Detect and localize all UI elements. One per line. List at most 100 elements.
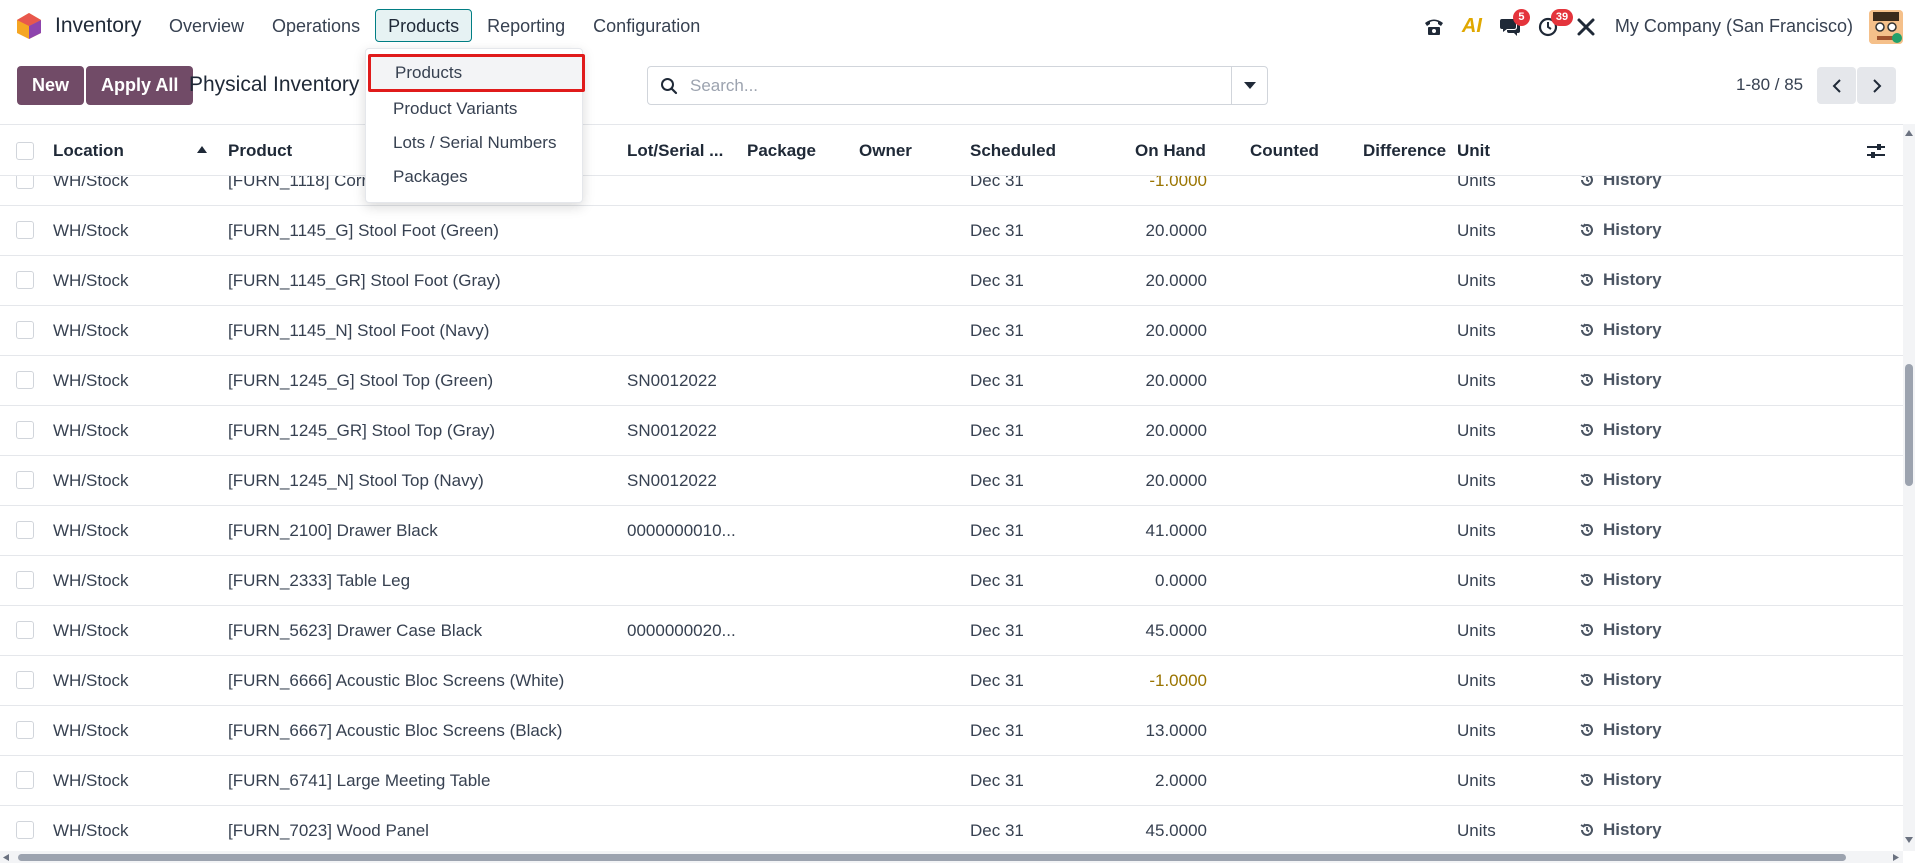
history-label: History [1603,370,1662,389]
history-button[interactable]: History [1579,720,1662,740]
table-row[interactable]: WH/Stock [FURN_1245_G] Stool Top (Green) S… [0,356,1903,406]
messages-icon[interactable]: 5 [1491,0,1530,53]
vertical-scroll-thumb[interactable] [1905,364,1913,486]
cell-scheduled: Dec 31 [970,721,1024,740]
row-checkbox[interactable] [16,721,34,739]
vertical-scrollbar[interactable] [1903,124,1915,851]
column-package[interactable]: Package [747,141,816,161]
table-row[interactable]: WH/Stock [FURN_1145_N] Stool Foot (Navy) D… [0,306,1903,356]
row-checkbox[interactable] [16,621,34,639]
cell-unit: Units [1457,771,1496,790]
menu-products[interactable]: Products [375,9,473,42]
apply-all-button[interactable]: Apply All [86,66,194,105]
table-row[interactable]: WH/Stock [FURN_1145_G] Stool Foot (Green)… [0,206,1903,256]
app-name[interactable]: Inventory [55,14,141,38]
history-button[interactable]: History [1579,620,1662,640]
table-row[interactable]: WH/Stock [FURN_6667] Acoustic Bloc Screen… [0,706,1903,756]
new-button[interactable]: New [17,66,85,105]
row-checkbox[interactable] [16,821,34,839]
history-button[interactable]: History [1579,820,1662,840]
user-avatar[interactable] [1869,9,1903,44]
row-checkbox[interactable] [16,221,34,239]
history-button[interactable]: History [1579,520,1662,540]
row-checkbox[interactable] [16,321,34,339]
table-row[interactable]: WH/Stock [FURN_2333] Table Leg Dec 31 0.000… [0,556,1903,606]
menu-configuration[interactable]: Configuration [580,9,713,42]
search-options-toggle[interactable] [1231,67,1267,104]
table-row[interactable]: WH/Stock [FURN_2100] Drawer Black 00000000… [0,506,1903,556]
cell-scheduled: Dec 31 [970,521,1024,540]
row-checkbox[interactable] [16,271,34,289]
history-label: History [1603,470,1662,489]
scroll-down-icon[interactable] [1905,837,1913,843]
pager-value[interactable]: 1-80 / 85 [1736,75,1803,95]
pager-previous-button[interactable] [1817,67,1856,104]
column-lot-serial[interactable]: Lot/Serial ... [627,141,723,161]
row-checkbox[interactable] [16,421,34,439]
messages-badge: 5 [1512,9,1530,26]
table-row[interactable]: WH/Stock [FURN_1145_GR] Stool Foot (Gray)… [0,256,1903,306]
pager-next-button[interactable] [1857,67,1896,104]
horizontal-scroll-thumb[interactable] [18,854,1846,861]
scroll-up-icon[interactable] [1905,130,1913,136]
history-button[interactable]: History [1579,370,1662,390]
history-button[interactable]: History [1579,470,1662,490]
search-bar [647,66,1268,105]
table-row[interactable]: WH/Stock [FURN_1245_GR] Stool Top (Gray) S… [0,406,1903,456]
column-product[interactable]: Product [228,141,292,161]
row-checkbox[interactable] [16,471,34,489]
dropdown-item-products[interactable]: Products [368,54,585,92]
column-difference[interactable]: Difference [1363,141,1446,161]
cell-product: [FURN_1145_GR] Stool Foot (Gray) [228,271,501,290]
sort-ascending-icon [197,146,207,153]
company-switcher[interactable]: My Company (San Francisco) [1605,16,1869,37]
column-location[interactable]: Location [53,141,124,161]
history-label: History [1603,820,1662,839]
column-scheduled[interactable]: Scheduled [970,141,1056,161]
cell-on-hand: 13.0000 [1145,721,1207,740]
row-checkbox[interactable] [16,771,34,789]
history-button[interactable]: History [1579,670,1662,690]
select-all-checkbox[interactable] [16,142,34,160]
scroll-right-icon[interactable] [1893,854,1899,861]
dropdown-item-lots-serial-numbers[interactable]: Lots / Serial Numbers [366,126,584,160]
menu-reporting[interactable]: Reporting [474,9,578,42]
history-button[interactable]: History [1579,220,1662,240]
activities-clock-icon[interactable]: 39 [1529,0,1574,53]
table-row[interactable]: WH/Stock [FURN_6666] Acoustic Bloc Screen… [0,656,1903,706]
column-settings-icon[interactable] [1866,142,1886,160]
column-on-hand[interactable]: On Hand [1135,141,1206,161]
table-row[interactable]: WH/Stock [FURN_7023] Wood Panel Dec 31 45.0… [0,806,1903,851]
dropdown-item-product-variants[interactable]: Product Variants [366,92,584,126]
history-button[interactable]: History [1579,270,1662,290]
cell-product: [FURN_7023] Wood Panel [228,821,429,840]
history-button[interactable]: History [1579,770,1662,790]
tools-icon[interactable] [1567,0,1605,53]
search-input[interactable] [690,75,1231,96]
menu-operations[interactable]: Operations [259,9,373,42]
inventory-app-logo-icon[interactable] [16,12,42,40]
cell-location: WH/Stock [53,721,129,740]
history-button[interactable]: History [1579,570,1662,590]
cell-product: [FURN_6667] Acoustic Bloc Screens (Black… [228,721,563,740]
column-unit[interactable]: Unit [1457,141,1490,161]
history-label: History [1603,620,1662,639]
column-counted[interactable]: Counted [1250,141,1319,161]
table-row[interactable]: WH/Stock [FURN_6741] Large Meeting Table D… [0,756,1903,806]
table-row[interactable]: WH/Stock [FURN_1245_N] Stool Top (Navy) SN… [0,456,1903,506]
scroll-left-icon[interactable] [3,854,9,861]
ai-label: AI [1461,15,1482,37]
history-button[interactable]: History [1579,420,1662,440]
dropdown-item-packages[interactable]: Packages [366,160,584,194]
row-checkbox[interactable] [16,671,34,689]
phone-icon[interactable] [1415,0,1453,53]
row-checkbox[interactable] [16,371,34,389]
menu-overview[interactable]: Overview [156,9,257,42]
horizontal-scrollbar[interactable] [0,851,1903,863]
column-owner[interactable]: Owner [859,141,912,161]
row-checkbox[interactable] [16,571,34,589]
table-row[interactable]: WH/Stock [FURN_5623] Drawer Case Black 000… [0,606,1903,656]
ai-icon[interactable]: AI [1453,0,1491,53]
history-button[interactable]: History [1579,320,1662,340]
row-checkbox[interactable] [16,521,34,539]
